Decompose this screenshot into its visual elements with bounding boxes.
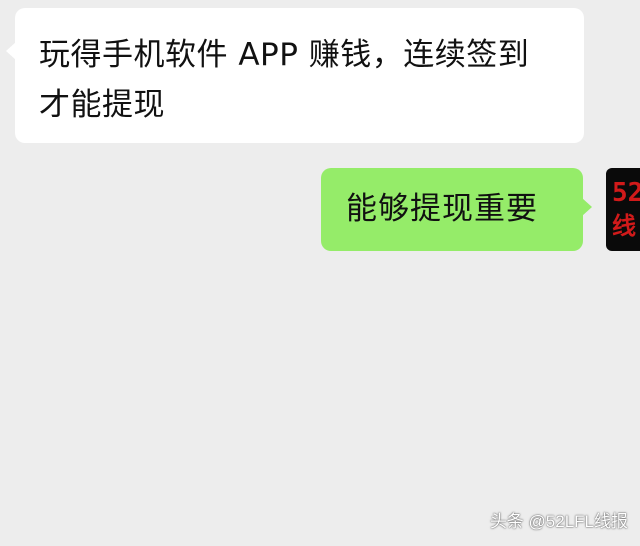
incoming-message-text: 玩得手机软件 APP 赚钱，连续签到 才能提现: [39, 37, 530, 123]
watermark-text: 头条 @52LFL线报: [489, 512, 628, 531]
avatar[interactable]: 52 线: [606, 168, 640, 251]
outgoing-message-text: 能够提现重要: [346, 191, 538, 227]
avatar-logo-line-2: 线: [612, 212, 636, 240]
incoming-message-bubble[interactable]: 玩得手机软件 APP 赚钱，连续签到 才能提现: [6, 8, 584, 143]
avatar-logo-line-1: 52: [612, 178, 640, 208]
avatar-logo-image: 52 线: [612, 178, 640, 240]
chat-message-list[interactable]: 玩得手机软件 APP 赚钱，连续签到 才能提现 能够提现重要 52 线 头条 @…: [0, 0, 640, 546]
outgoing-message-bubble[interactable]: 能够提现重要: [321, 168, 592, 251]
